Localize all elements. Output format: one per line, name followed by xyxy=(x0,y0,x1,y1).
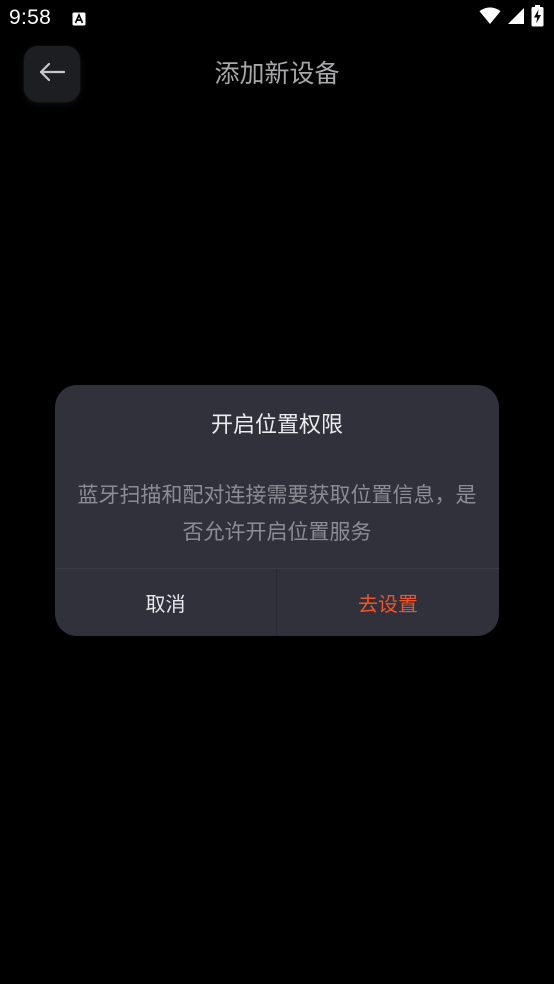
cancel-button[interactable]: 取消 xyxy=(55,569,276,636)
permission-dialog: 开启位置权限 蓝牙扫描和配对连接需要获取位置信息，是否允许开启位置服务 取消 去… xyxy=(55,385,499,636)
dialog-message: 蓝牙扫描和配对连接需要获取位置信息，是否允许开启位置服务 xyxy=(77,483,477,544)
a-letter-icon xyxy=(72,11,86,26)
signal-icon xyxy=(507,7,525,29)
battery-charging-icon xyxy=(531,5,544,31)
status-time: 9:58 xyxy=(9,6,52,29)
status-icons xyxy=(479,5,544,31)
screen: 9:58 添加新设备 开启位置权限 蓝牙扫描和配对连接需要获取位置信息，是否允许… xyxy=(0,0,554,984)
dialog-title: 开启位置权限 xyxy=(210,413,343,438)
status-bar: 9:58 xyxy=(0,0,554,38)
wifi-icon xyxy=(479,7,501,29)
go-to-settings-button[interactable]: 去设置 xyxy=(277,569,499,636)
page-title: 添加新设备 xyxy=(214,59,340,88)
